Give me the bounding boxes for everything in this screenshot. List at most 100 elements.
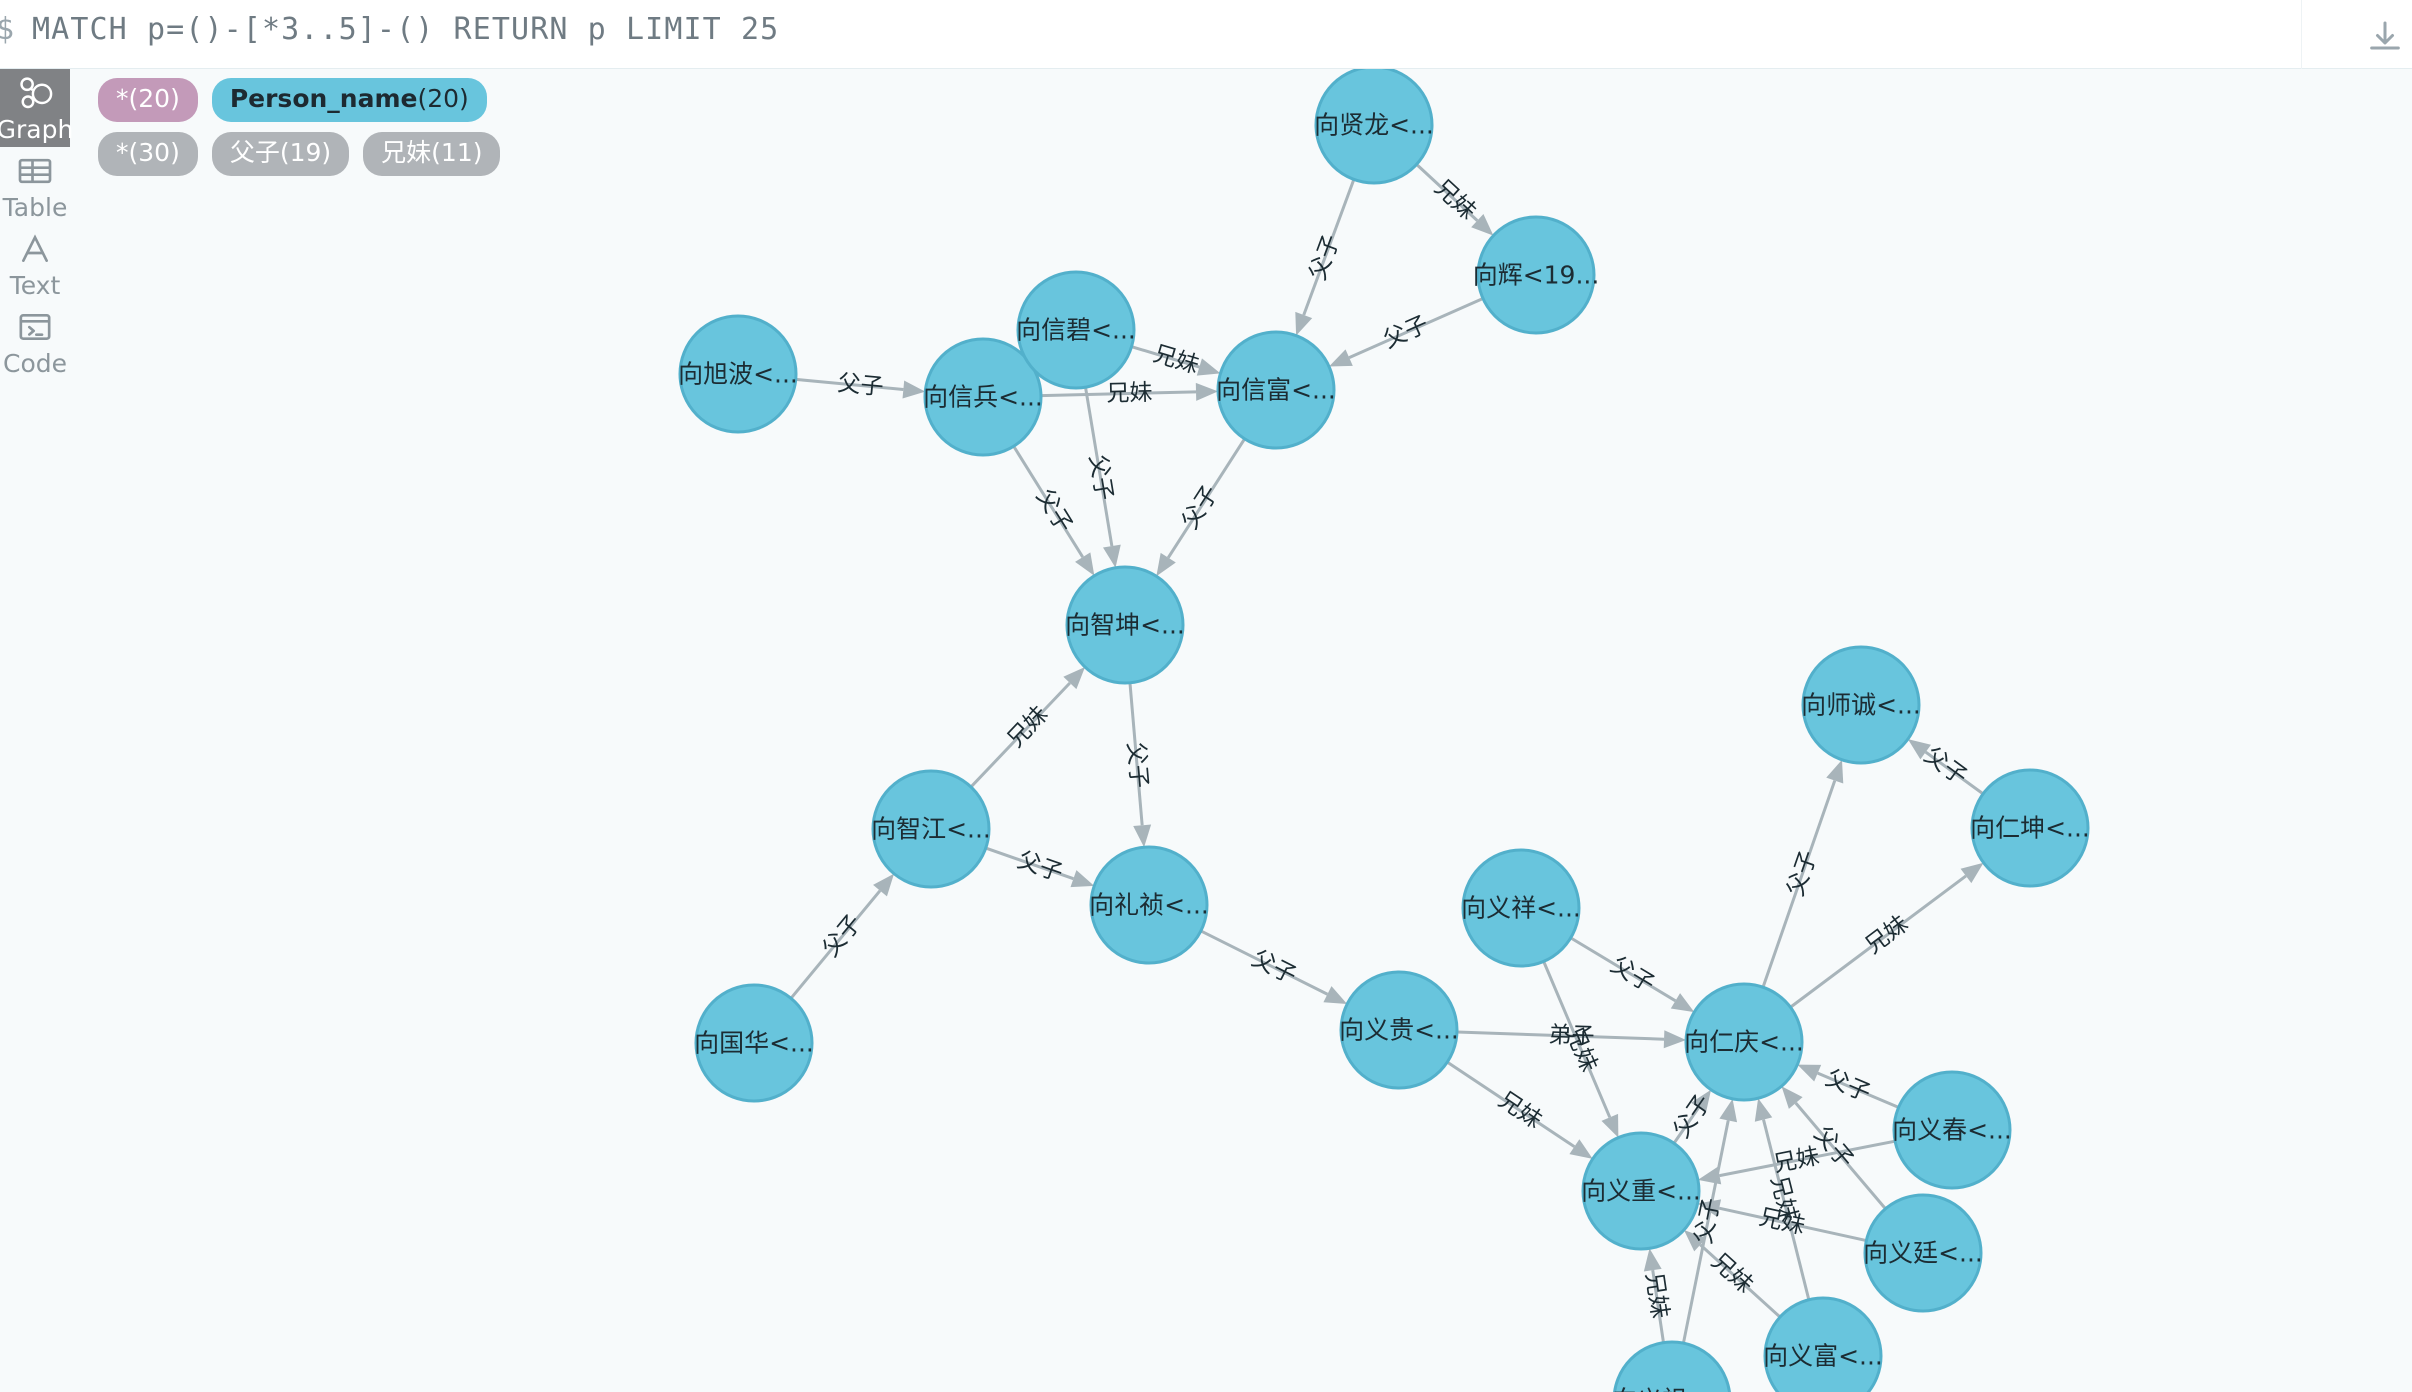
download-icon[interactable] — [2362, 18, 2408, 64]
sidebar-item-text[interactable]: Text — [0, 225, 70, 303]
edge-arrowhead — [1663, 1030, 1687, 1049]
sidebar-item-table-label: Table — [2, 193, 68, 222]
edge-label: 父子 — [836, 370, 884, 400]
edge-label: 父子 — [1177, 481, 1224, 534]
edge-label: 兄妹 — [1560, 1023, 1602, 1076]
edge-label: 兄妹 — [1150, 341, 1202, 379]
edge-arrowhead — [1070, 870, 1095, 888]
graph-node[interactable]: 向义重<... — [1581, 1131, 1701, 1251]
edge-arrowhead — [1103, 544, 1121, 568]
edge-label: 父子 — [1606, 952, 1659, 998]
graph-node[interactable]: 向国华<... — [694, 983, 814, 1103]
sidebar-item-code[interactable]: Code — [0, 303, 70, 381]
sidebar-item-graph-label: Graph — [0, 115, 74, 144]
sidebar-item-table[interactable]: Table — [0, 147, 70, 225]
graph-node[interactable]: 向义祖<... — [1612, 1340, 1732, 1392]
edge-arrowhead — [1075, 552, 1095, 576]
edge-arrowhead — [1643, 1248, 1662, 1272]
node-label: 向信兵<... — [923, 383, 1043, 412]
edge-arrowhead — [1195, 382, 1219, 401]
graph-node[interactable]: 向仁庆<... — [1684, 982, 1804, 1102]
node-label: 向义富<... — [1763, 1342, 1883, 1371]
code-icon — [15, 306, 55, 348]
edge-label: 兄妹 — [1771, 1143, 1821, 1177]
table-icon — [15, 150, 55, 192]
node-label: 向义廷<... — [1863, 1239, 1983, 1268]
graph-node[interactable]: 向旭波<... — [678, 314, 798, 434]
edge-arrowhead — [902, 380, 926, 399]
node-label: 向仁庆<... — [1684, 1028, 1804, 1057]
graph-node[interactable]: 向信碧<... — [1016, 270, 1136, 390]
edge-arrowhead — [1797, 1064, 1822, 1082]
query-prompt: $ — [0, 12, 15, 47]
edge-label: 兄妹 — [1861, 911, 1913, 959]
sidebar-item-graph[interactable]: Graph — [0, 69, 74, 147]
edge-label: 兄妹 — [1106, 380, 1153, 407]
node-label: 向义祖<... — [1612, 1386, 1732, 1392]
node-label: 向信富<... — [1216, 376, 1336, 405]
edge-arrowhead — [1960, 862, 1984, 884]
node-label: 向辉<19... — [1473, 261, 1600, 290]
node-label: 向信碧<... — [1016, 316, 1136, 345]
node-label: 向国华<... — [694, 1029, 814, 1058]
edge-label: 兄妹 — [1640, 1271, 1672, 1320]
node-label: 向贤龙<... — [1314, 111, 1434, 140]
edge-arrowhead — [1670, 993, 1695, 1013]
edge-arrowhead — [1329, 349, 1353, 367]
query-bar-divider — [2301, 0, 2302, 69]
query-bar[interactable]: $ MATCH p=()-[*3..5]-() RETURN p LIMIT 2… — [0, 0, 2412, 69]
node-label: 向智江<... — [871, 815, 991, 844]
text-icon — [15, 228, 55, 270]
graph-node[interactable]: 向义春<... — [1892, 1070, 2012, 1190]
graph-nodes: 向旭波<... 向信兵<... 向信碧<... 向信富<... 向贤龙<... 向辉<19… — [678, 69, 2090, 1392]
graph-node[interactable]: 向礼祯<... — [1089, 845, 1209, 965]
edge-label: 父子 — [1084, 453, 1117, 503]
edge-label: 父子 — [1031, 485, 1077, 538]
graph-node[interactable]: 向信富<... — [1216, 330, 1336, 450]
edge-label: 兄妹 — [1494, 1087, 1547, 1134]
edge-label: 父子 — [818, 910, 867, 962]
graph-result-app: $ MATCH p=()-[*3..5]-() RETURN p LIMIT 2… — [0, 0, 2412, 1392]
graph-node[interactable]: 向师诚<... — [1801, 645, 1921, 765]
edge-label: 父子 — [1014, 847, 1066, 887]
graph-node[interactable]: 向义祥<... — [1461, 848, 1581, 968]
graph-node[interactable]: 向智坤<... — [1065, 565, 1185, 685]
graph-svg[interactable]: 向旭波<... 向信兵<... 向信碧<... 向信富<... 向贤龙<... 向辉<19… — [70, 69, 2412, 1392]
query-text[interactable]: MATCH p=()-[*3..5]-() RETURN p LIMIT 25 — [32, 12, 779, 47]
edge-label: 父子 — [1380, 311, 1433, 353]
graph-canvas[interactable]: 向旭波<... 向信兵<... 向信碧<... 向信富<... 向贤龙<... 向辉<19… — [70, 69, 2412, 1392]
graph-icon — [14, 72, 56, 114]
node-circle[interactable] — [1613, 1340, 1731, 1392]
node-label: 向义春<... — [1892, 1116, 2012, 1145]
graph-node[interactable]: 向义廷<... — [1863, 1193, 1983, 1313]
edge-arrowhead — [1719, 1098, 1738, 1123]
node-label: 向师诚<... — [1801, 691, 1921, 720]
node-label: 向旭波<... — [678, 360, 798, 389]
edge-label: 父子 — [1248, 946, 1301, 990]
edge-arrowhead — [1196, 358, 1221, 376]
edge-label: 父子 — [1822, 1065, 1874, 1107]
edge-label: 父子 — [1122, 741, 1152, 789]
node-label: 向义重<... — [1581, 1177, 1701, 1206]
graph-node[interactable]: 向义贵<... — [1339, 970, 1459, 1090]
graph-node[interactable]: 向义富<... — [1763, 1296, 1883, 1392]
edge-arrowhead — [1569, 1139, 1593, 1159]
edge-arrowhead — [1826, 759, 1844, 784]
edge-arrowhead — [1156, 552, 1176, 577]
view-mode-rail: Graph Table Text Code — [0, 69, 74, 1392]
edge-arrowhead — [1133, 824, 1152, 848]
sidebar-item-text-label: Text — [9, 271, 61, 300]
graph-node[interactable]: 向贤龙<... — [1314, 69, 1434, 185]
edge-label: 父子 — [1305, 231, 1345, 283]
edge-arrowhead — [1754, 1098, 1773, 1122]
node-label: 向礼祯<... — [1089, 891, 1209, 920]
node-label: 向仁坤<... — [1970, 814, 2090, 843]
graph-node[interactable]: 向智江<... — [871, 769, 991, 889]
edge-arrowhead — [1295, 311, 1313, 336]
edge-arrowhead — [1697, 1166, 1722, 1185]
graph-node[interactable]: 向仁坤<... — [1970, 768, 2090, 888]
node-label: 向义贵<... — [1339, 1016, 1459, 1045]
sidebar-item-code-label: Code — [2, 349, 67, 378]
edge-label: 父子 — [1783, 848, 1823, 900]
node-label: 向义祥<... — [1461, 894, 1581, 923]
